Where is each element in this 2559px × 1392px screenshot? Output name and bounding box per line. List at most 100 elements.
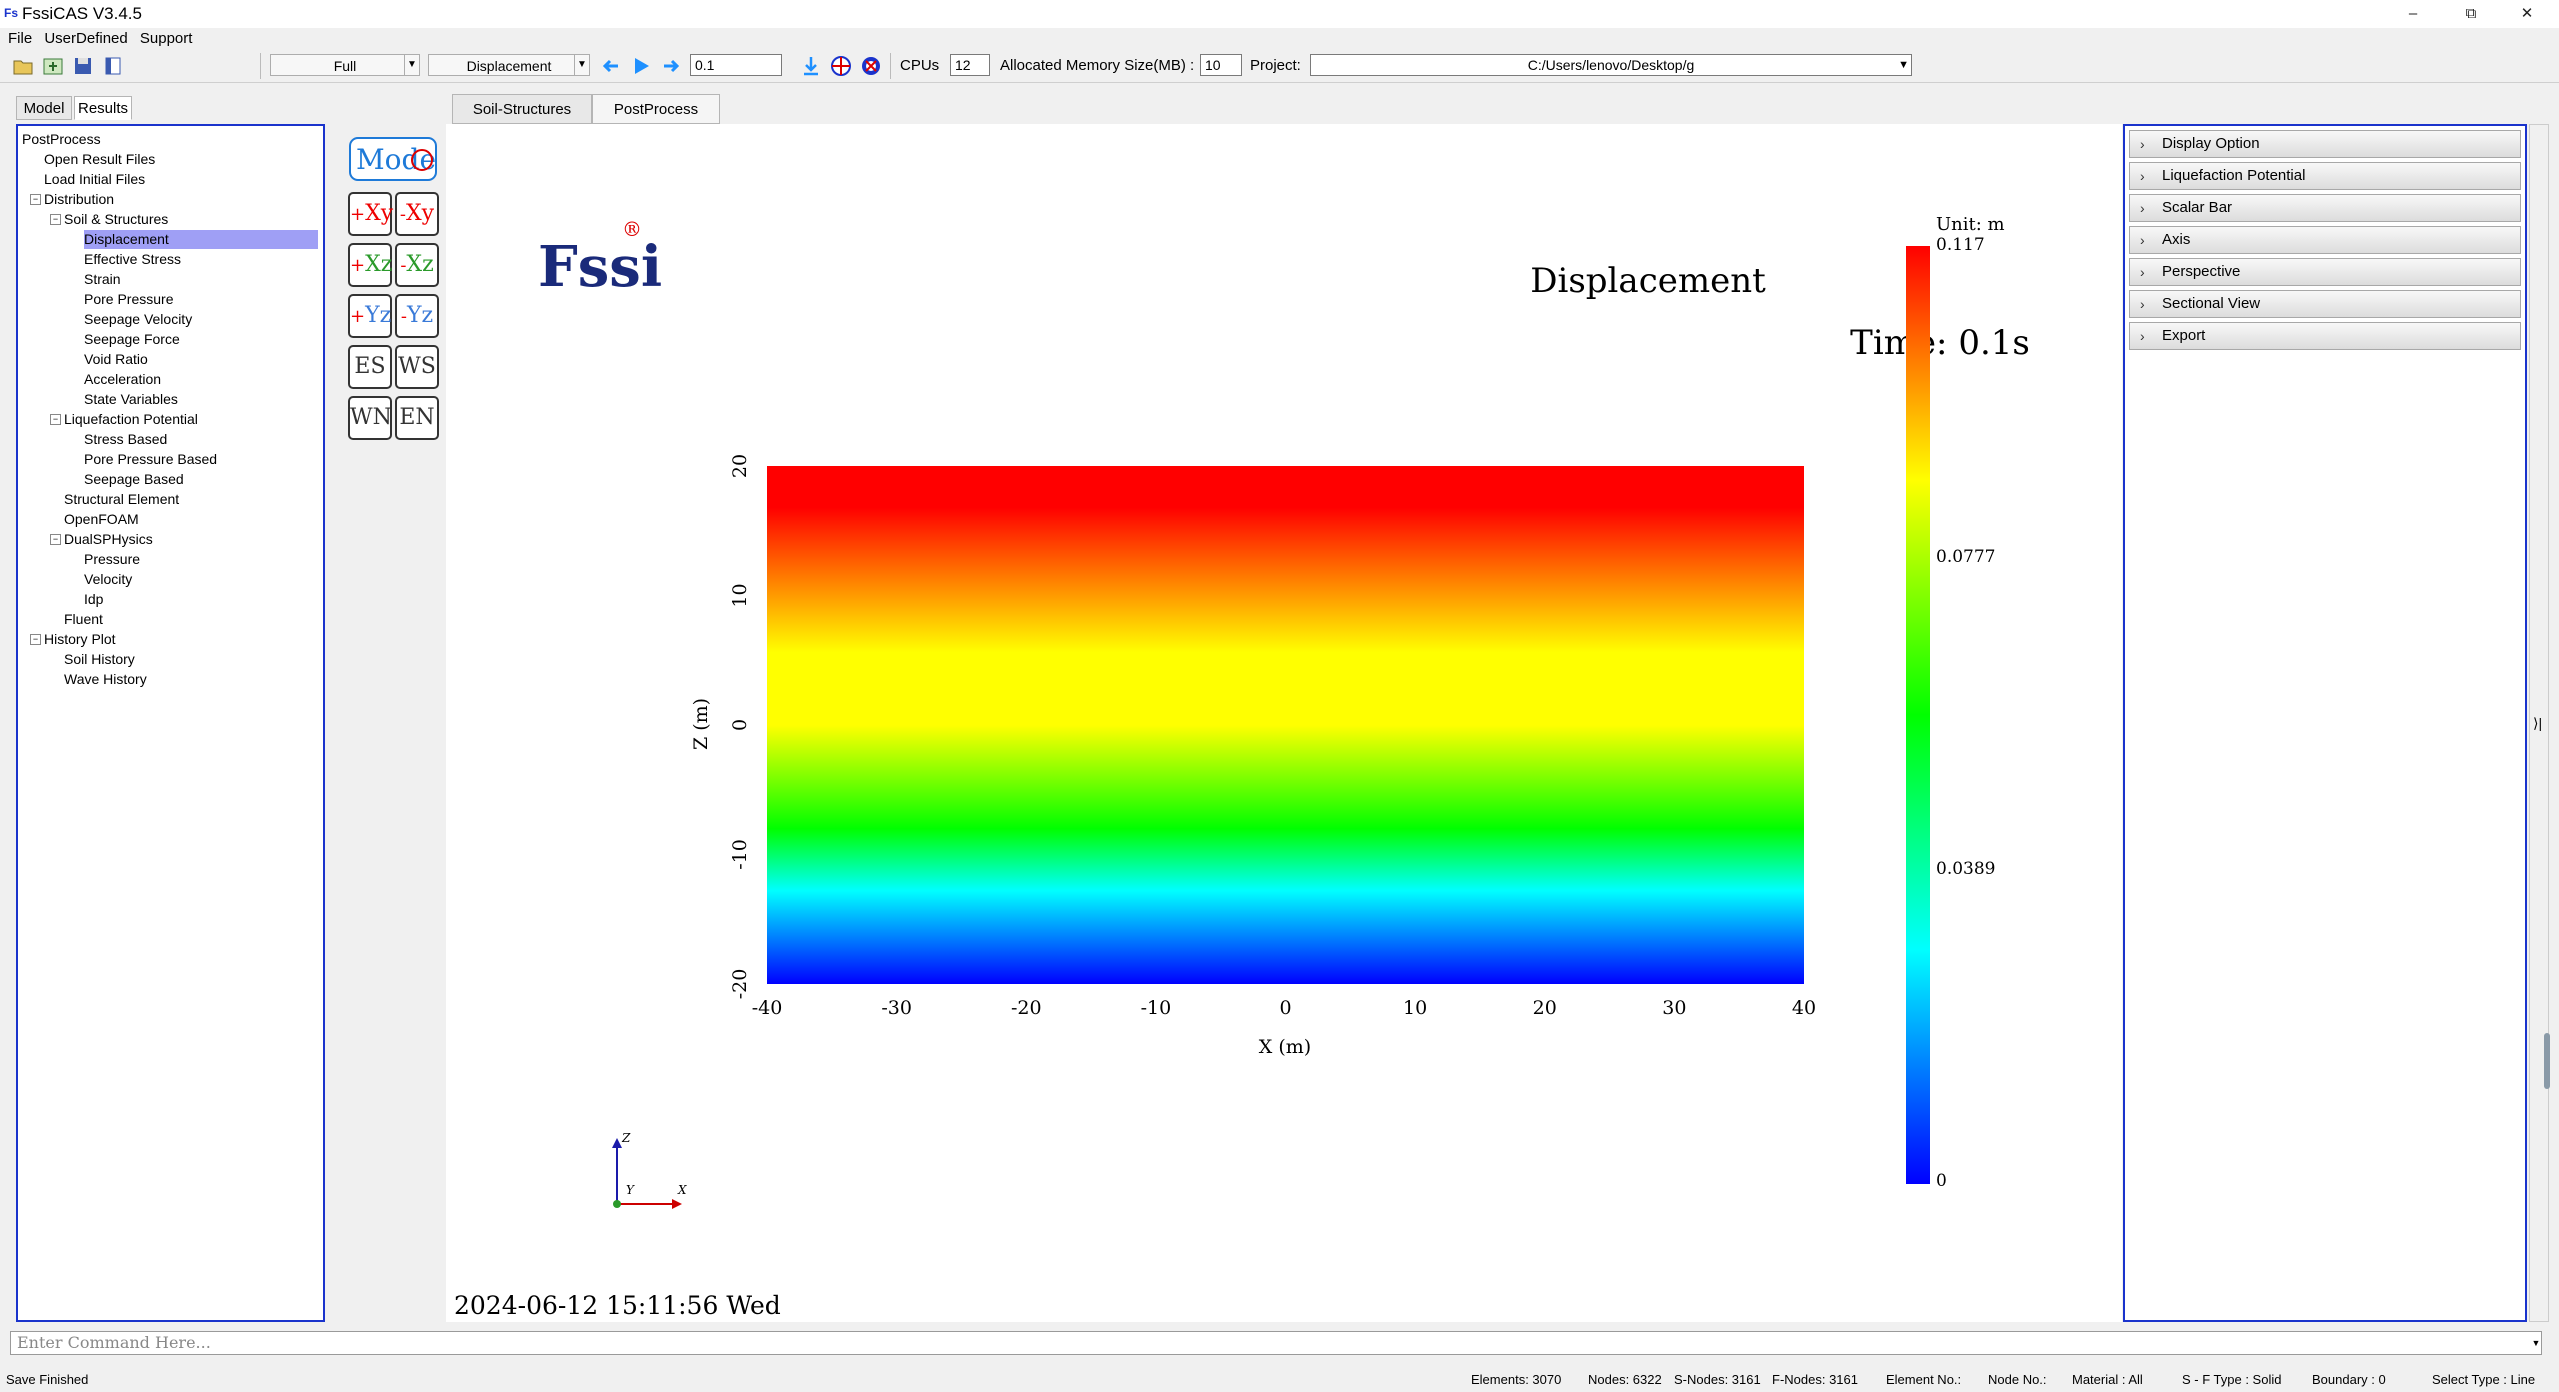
vertical-scrollbar[interactable]: ⟩| [2529, 124, 2550, 1322]
view-button-pos-yz[interactable]: +Yz [348, 294, 392, 338]
chevron-down-icon[interactable]: ▼ [2530, 1332, 2542, 1354]
heatmap-area [767, 466, 1804, 984]
render-viewport[interactable]: Fssi ® Displacement Time: 0.1s -40 -30 -20… [446, 124, 2122, 1322]
tree-item-seepage-velocity[interactable]: Seepage Velocity [84, 310, 192, 329]
tree-item-stress-based[interactable]: Stress Based [84, 430, 167, 449]
tree-item-soil-structures[interactable]: Soil & Structures [64, 210, 168, 229]
tree-item-openfoam[interactable]: OpenFOAM [64, 510, 139, 529]
tree-item-dualsphysics[interactable]: DualSPHysics [64, 530, 153, 549]
x-axis-ticks: -40 -30 -20 -10 0 10 20 30 40 [752, 997, 1816, 1019]
accordion-axis[interactable]: › Axis [2129, 226, 2521, 254]
status-elements: Elements: 3070 [1471, 1372, 1562, 1387]
y-tick-label: 10 [729, 583, 751, 607]
tree-expander-icon[interactable]: − [50, 414, 61, 425]
menu-bar: File UserDefined Support [0, 28, 2559, 50]
tree-item-displacement[interactable]: Displacement [84, 230, 318, 249]
collapse-panel-icon[interactable]: ⟩| [2533, 715, 2542, 732]
accordion-liquefaction-potential[interactable]: › Liquefaction Potential [2129, 162, 2521, 190]
panel-toggle-icon[interactable] [102, 55, 124, 77]
mode-button[interactable]: Mode [348, 136, 438, 186]
tree-item-history-plot[interactable]: History Plot [44, 630, 116, 649]
view-button-pos-xy[interactable]: +Xy [348, 192, 393, 236]
tree-item-state-variables[interactable]: State Variables [84, 390, 178, 409]
accordion-perspective[interactable]: › Perspective [2129, 258, 2521, 286]
view-button-es[interactable]: ES [348, 345, 392, 389]
open-folder-icon[interactable] [12, 55, 34, 77]
x-tick-label: -30 [881, 997, 912, 1019]
chevron-right-icon: › [2140, 328, 2145, 344]
tree-item-pore-pressure-based[interactable]: Pore Pressure Based [84, 450, 217, 469]
tree-item-fluent[interactable]: Fluent [64, 610, 103, 629]
tree-item-load-initial-files[interactable]: Load Initial Files [44, 170, 145, 189]
view-button-neg-xz[interactable]: -Xz [395, 243, 439, 287]
tab-model[interactable]: Model [16, 96, 72, 120]
triad-y-label: Y [626, 1183, 635, 1197]
tab-postprocess[interactable]: PostProcess [592, 94, 720, 124]
status-bar: Save Finished Elements: 3070 Nodes: 6322… [0, 1368, 2559, 1392]
tree-item-void-ratio[interactable]: Void Ratio [84, 350, 148, 369]
cpus-input[interactable]: 12 [950, 54, 990, 76]
tree-item-strain[interactable]: Strain [84, 270, 121, 289]
minimize-button[interactable]: – [2398, 3, 2428, 25]
tab-soil-structures[interactable]: Soil-Structures [452, 94, 592, 124]
accordion-scalar-bar[interactable]: › Scalar Bar [2129, 194, 2521, 222]
accordion-display-option[interactable]: › Display Option [2129, 130, 2521, 158]
menu-userdefined[interactable]: UserDefined [44, 28, 127, 50]
app-icon: Fs [4, 6, 19, 20]
result-combo[interactable]: Displacement ▼ [428, 54, 590, 76]
tree-item-seepage-force[interactable]: Seepage Force [84, 330, 180, 349]
step-back-icon[interactable] [600, 55, 622, 77]
accordion-sectional-view[interactable]: › Sectional View [2129, 290, 2521, 318]
tree-item-structural-element[interactable]: Structural Element [64, 490, 179, 509]
memory-input[interactable]: 10 [1200, 54, 1242, 76]
results-tree: PostProcess Open Result Files Load Initial… [16, 124, 325, 1322]
tree-item-pore-pressure[interactable]: Pore Pressure [84, 290, 173, 309]
close-button[interactable]: ✕ [2512, 3, 2542, 25]
tree-item-soil-history[interactable]: Soil History [64, 650, 135, 669]
view-button-wn[interactable]: WN [348, 396, 392, 440]
tree-item-liquefaction-potential[interactable]: Liquefaction Potential [64, 410, 198, 429]
x-tick-label: -40 [752, 997, 783, 1019]
tree-expander-icon[interactable]: − [30, 194, 41, 205]
view-button-neg-yz[interactable]: -Yz [395, 294, 439, 338]
view-button-en[interactable]: EN [395, 396, 439, 440]
tree-item-postprocess[interactable]: PostProcess [22, 130, 101, 149]
download-icon[interactable] [800, 55, 822, 77]
restore-button[interactable]: ⧉ [2456, 3, 2486, 25]
view-button-neg-xy[interactable]: -Xy [395, 192, 439, 236]
command-input[interactable]: Enter Command Here... [10, 1331, 2542, 1355]
view-button-pos-xz[interactable]: +Xz [348, 243, 392, 287]
tree-item-velocity[interactable]: Velocity [84, 570, 132, 589]
accordion-label: Sectional View [2162, 295, 2261, 312]
new-project-icon[interactable] [42, 55, 64, 77]
accordion-export[interactable]: › Export [2129, 322, 2521, 350]
mode-combo[interactable]: Full ▼ [270, 54, 420, 76]
x-tick-label: 40 [1792, 997, 1816, 1019]
status-node-no: Node No.: [1988, 1372, 2047, 1387]
view-button-ws[interactable]: WS [395, 345, 439, 389]
tab-results[interactable]: Results [74, 96, 132, 120]
animation-icon[interactable] [860, 55, 882, 77]
tree-item-idp[interactable]: Idp [84, 590, 103, 609]
menu-support[interactable]: Support [140, 28, 193, 50]
project-path-combo[interactable]: C:/Users/lenovo/Desktop/g ▼ [1310, 54, 1912, 76]
tree-item-acceleration[interactable]: Acceleration [84, 370, 161, 389]
tree-item-wave-history[interactable]: Wave History [64, 670, 147, 689]
mesh-view-icon[interactable] [830, 55, 852, 77]
scrollbar-thumb[interactable] [2544, 1033, 2550, 1089]
tree-expander-icon[interactable]: − [30, 634, 41, 645]
tree-item-open-result-files[interactable]: Open Result Files [44, 150, 155, 169]
menu-file[interactable]: File [8, 28, 32, 50]
play-icon[interactable] [630, 55, 652, 77]
step-forward-icon[interactable] [660, 55, 682, 77]
time-step-input[interactable]: 0.1 [690, 54, 782, 76]
tree-item-pressure[interactable]: Pressure [84, 550, 140, 569]
tree-item-effective-stress[interactable]: Effective Stress [84, 250, 181, 269]
save-icon[interactable] [72, 55, 94, 77]
view-axes-icon: Yz [406, 303, 434, 328]
tree-expander-icon[interactable]: − [50, 214, 61, 225]
mode-icon: Mode [349, 137, 437, 181]
tree-expander-icon[interactable]: − [50, 534, 61, 545]
tree-item-seepage-based[interactable]: Seepage Based [84, 470, 184, 489]
tree-item-distribution[interactable]: Distribution [44, 190, 114, 209]
